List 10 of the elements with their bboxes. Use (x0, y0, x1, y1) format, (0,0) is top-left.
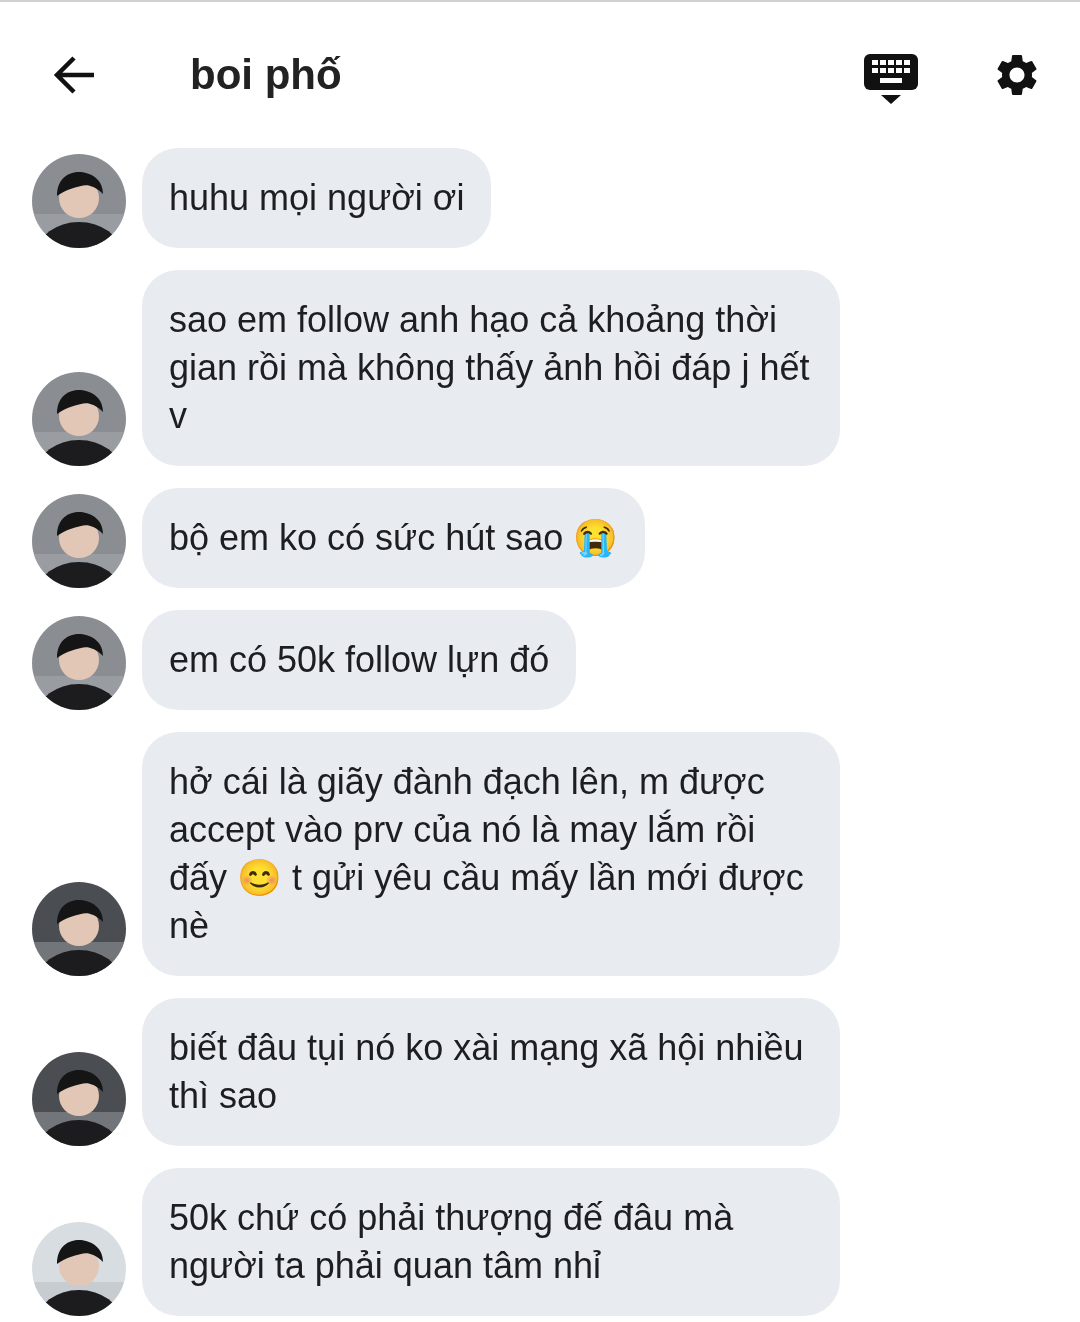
keyboard-icon[interactable] (864, 54, 918, 104)
message-bubble: em có 50k follow lựn đó (142, 610, 577, 710)
message-bubble: 50k chứ có phải thượng đế đâu mà người ta phải quan tâm nhỉ (142, 1168, 840, 1316)
message-bubble: bộ em ko có sức hút sao 😭 (142, 488, 646, 588)
chat-title: boi phố (190, 51, 343, 99)
message-bubble: hở cái là giãy đành đạch lên, m được accept vào prv của nó là may lắm rồi đấy 😊 t gửi yêu cầu mấy lần mới được nè (142, 732, 840, 976)
message-bubble: sao em follow anh hạo cả khoảng thời gian rồi mà không thấy ảnh hồi đáp j hết v (142, 270, 840, 466)
message-bubble: biết đâu tụi nó ko xài mạng xã hội nhiều thì sao (142, 998, 840, 1146)
message-bubble: huhu mọi người ơi (142, 148, 492, 248)
back-arrow-icon[interactable] (52, 55, 96, 95)
